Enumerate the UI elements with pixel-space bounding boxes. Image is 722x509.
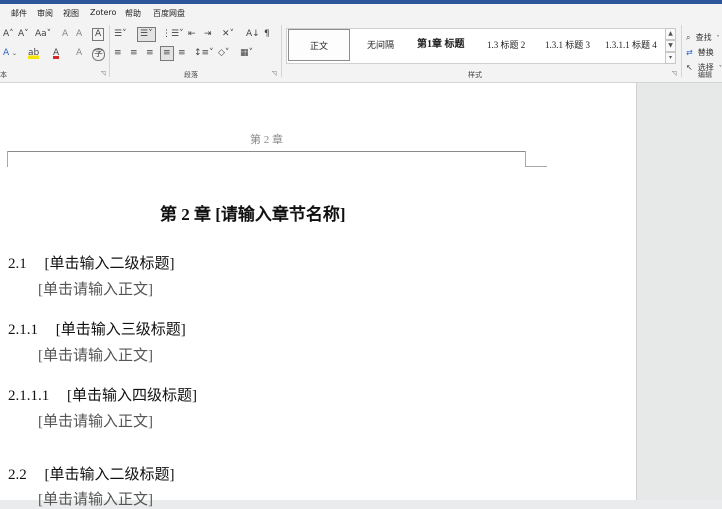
align-left-icon[interactable]: ≡ (114, 48, 122, 59)
paragraph-group-label: 段落 (184, 71, 198, 79)
numbering-icon[interactable]: ☰˅ (137, 27, 156, 42)
chinese-layout-icon[interactable]: ✕˅ (222, 29, 234, 40)
multilevel-list-icon[interactable]: ⋮☰˅ (162, 29, 184, 40)
grow-font-icon[interactable]: A˄ (3, 29, 14, 40)
align-center-icon[interactable]: ≡ (130, 48, 138, 59)
text-effects-dropdown-icon[interactable]: ⌄ (12, 48, 17, 59)
menu-mailings[interactable]: 邮件 (11, 8, 27, 19)
highlight-color-icon[interactable]: ab (28, 48, 40, 59)
style-heading-2[interactable]: 1.3 标题 2 (487, 29, 525, 61)
heading-number: 2.1.1 (8, 322, 38, 338)
style-heading-4[interactable]: 1.3.1.1 标题 4 (605, 29, 663, 61)
styles-dialog-launcher-icon[interactable]: ◹ (672, 70, 677, 77)
ribbon: A˄ A˅ Aa˅ A A A A ⌄ ab A A 字 本 ◹ ☰˅ ☰˅ ⋮… (0, 22, 722, 83)
paragraph-dialog-launcher-icon[interactable]: ◹ (272, 70, 277, 77)
style-heading-3[interactable]: 1.3.1 标题 3 (545, 29, 590, 61)
styles-gallery: 正文 无间隔 第1章 标题 1.3 标题 2 1.3.1 标题 3 1.3.1.… (286, 28, 666, 64)
show-marks-icon[interactable]: ¶ (264, 29, 270, 40)
align-right-icon[interactable]: ≡ (146, 48, 154, 59)
heading-number: 2.2 (8, 467, 27, 483)
style-normal[interactable]: 正文 (288, 29, 350, 61)
group-separator (109, 25, 110, 77)
body-paragraph[interactable]: [单击请输入正文] (38, 410, 153, 431)
character-border-icon[interactable]: A (92, 28, 105, 41)
justify-icon[interactable]: ≡ (160, 46, 174, 61)
heading-number: 2.1 (8, 256, 27, 272)
text-effects-icon[interactable]: A (3, 48, 9, 59)
body-paragraph[interactable]: [单击请输入正文] (38, 344, 153, 365)
menu-view[interactable]: 视图 (63, 8, 79, 19)
group-separator (681, 25, 682, 77)
heading-3[interactable]: 2.1.1 [单击输入三级标题] (8, 318, 186, 339)
menu-help[interactable]: 帮助 (125, 8, 141, 19)
enclose-characters-icon[interactable]: 字 (92, 48, 106, 61)
margin-corner-mark (525, 151, 526, 167)
sort-icon[interactable]: A↓ (246, 29, 260, 40)
menu-bar: 邮件 审阅 视图 Zotero 帮助 百度网盘 (0, 4, 722, 22)
heading-2[interactable]: 2.1 [单击输入二级标题] (8, 252, 175, 273)
increase-indent-icon[interactable]: ⇥ (204, 29, 212, 40)
heading-text: [单击输入四级标题] (67, 388, 197, 404)
font-dialog-launcher-icon[interactable]: ◹ (101, 70, 106, 77)
font-color-icon[interactable]: A (53, 48, 60, 59)
phonetic-guide-icon[interactable]: A (76, 29, 82, 40)
styles-more-icon[interactable]: ▾ (665, 52, 676, 64)
character-shading-icon[interactable]: A (76, 48, 82, 59)
bullets-icon[interactable]: ☰˅ (114, 29, 127, 40)
margin-corner-mark (525, 166, 547, 167)
cursor-icon: ↖ (686, 63, 693, 72)
heading-text: [单击输入二级标题] (44, 467, 175, 483)
menu-baidu-netdisk[interactable]: 百度网盘 (153, 8, 185, 19)
select-dropdown-icon: ˅ (718, 65, 722, 72)
distributed-icon[interactable]: ≡ (178, 48, 186, 59)
heading-number: 2.1.1.1 (8, 388, 50, 404)
header-rule (7, 151, 526, 152)
page-margin-area (636, 83, 722, 500)
style-heading-1[interactable]: 第1章 标题 (417, 29, 472, 61)
style-no-spacing[interactable]: 无间隔 (367, 29, 394, 61)
menu-zotero[interactable]: Zotero (90, 8, 116, 17)
heading-4[interactable]: 2.1.1.1 [单击输入四级标题] (8, 384, 197, 405)
page-header-text[interactable]: 第 2 章 (250, 131, 283, 147)
borders-icon[interactable]: ▦˅ (240, 48, 253, 59)
decrease-indent-icon[interactable]: ⇤ (188, 29, 196, 40)
heading-2[interactable]: 2.2 [单击输入二级标题] (8, 463, 175, 484)
body-paragraph[interactable]: [单击请输入正文] (38, 488, 153, 509)
heading-text: [单击输入三级标题] (55, 322, 186, 338)
font-group-label: 本 (0, 71, 7, 79)
shading-icon[interactable]: ◇˅ (218, 48, 229, 59)
menu-review[interactable]: 审阅 (37, 8, 53, 19)
group-separator (281, 25, 282, 77)
margin-corner-mark (7, 151, 8, 167)
page-edge (636, 83, 637, 500)
line-spacing-icon[interactable]: ↕≡˅ (194, 48, 214, 59)
styles-scroll-down-icon[interactable]: ▼ (665, 40, 676, 52)
styles-group-label: 样式 (468, 71, 482, 79)
find-dropdown-icon: ˅ (716, 35, 720, 42)
heading-text: [单击输入二级标题] (44, 256, 175, 272)
editing-group-label: 编辑 (698, 71, 712, 79)
clear-formatting-icon[interactable]: A (62, 29, 68, 40)
styles-scroll-up-icon[interactable]: ▲ (665, 28, 676, 40)
body-paragraph[interactable]: [单击请输入正文] (38, 278, 153, 299)
chapter-heading[interactable]: 第 2 章 [请输入章节名称] (160, 200, 346, 225)
shrink-font-icon[interactable]: A˅ (18, 29, 29, 40)
change-case-icon[interactable]: Aa˅ (35, 29, 51, 40)
